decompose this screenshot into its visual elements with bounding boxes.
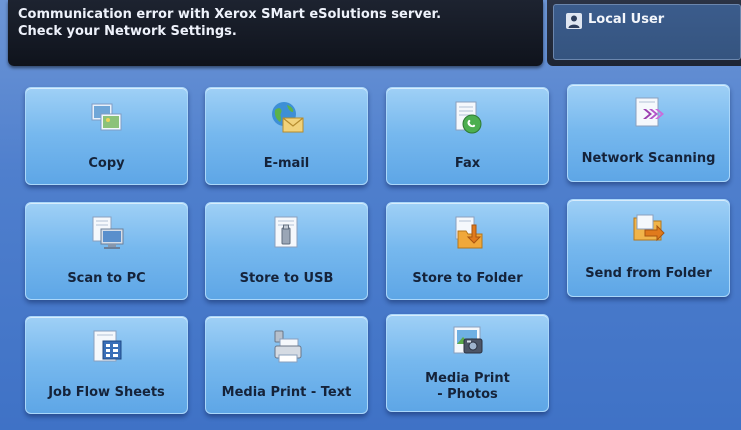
tile-fax[interactable]: Fax bbox=[386, 87, 549, 185]
tile-network-scanning-label: Network Scanning bbox=[581, 151, 716, 166]
tile-scan-to-pc[interactable]: Scan to PC bbox=[25, 202, 188, 300]
user-area: Local User bbox=[547, 0, 741, 66]
tile-email-label: E-mail bbox=[263, 156, 310, 171]
store-to-usb-icon bbox=[274, 216, 297, 248]
network-scanning-icon bbox=[635, 97, 664, 127]
tile-send-from-folder-label: Send from Folder bbox=[585, 266, 712, 281]
status-message-bar: Communication error with Xerox SMart eSo… bbox=[8, 0, 543, 66]
tile-job-flow-sheets[interactable]: Job Flow Sheets bbox=[25, 316, 188, 414]
tile-send-from-folder[interactable]: Send from Folder bbox=[567, 199, 730, 297]
tile-store-to-folder-label: Store to Folder bbox=[412, 271, 523, 286]
device-screen: Communication error with Xerox SMart eSo… bbox=[0, 0, 741, 430]
tile-store-to-folder[interactable]: Store to Folder bbox=[386, 202, 549, 300]
media-print-text-icon bbox=[274, 330, 301, 363]
job-flow-sheets-icon bbox=[93, 330, 121, 362]
tile-store-to-usb[interactable]: Store to USB bbox=[205, 202, 368, 300]
local-user-button[interactable]: Local User bbox=[553, 4, 741, 60]
tile-job-flow-sheets-label: Job Flow Sheets bbox=[48, 385, 165, 400]
send-from-folder-icon bbox=[633, 214, 665, 242]
tile-network-scanning[interactable]: Network Scanning bbox=[567, 84, 730, 182]
tile-scan-to-pc-label: Scan to PC bbox=[67, 271, 146, 286]
copy-icon bbox=[91, 103, 121, 131]
fax-icon bbox=[455, 101, 481, 134]
tile-media-print-text-label: Media Print - Text bbox=[221, 385, 352, 400]
store-to-folder-icon bbox=[455, 216, 482, 249]
status-message: Communication error with Xerox SMart eSo… bbox=[18, 7, 442, 39]
tile-store-to-usb-label: Store to USB bbox=[239, 271, 334, 286]
tile-fax-label: Fax bbox=[454, 156, 481, 171]
tile-media-print-photos[interactable]: Media Print - Photos bbox=[386, 314, 549, 412]
tile-media-print-text[interactable]: Media Print - Text bbox=[205, 316, 368, 414]
tile-media-print-photos-label: Media Print - Photos bbox=[425, 371, 510, 402]
tile-email[interactable]: E-mail bbox=[205, 87, 368, 185]
local-user-label: Local User bbox=[588, 12, 665, 27]
scan-to-pc-icon bbox=[92, 216, 123, 249]
email-icon bbox=[271, 102, 303, 133]
tile-copy-label: Copy bbox=[88, 156, 125, 171]
user-icon bbox=[566, 13, 582, 29]
media-print-photos-icon bbox=[453, 326, 482, 354]
tile-copy[interactable]: Copy bbox=[25, 87, 188, 185]
